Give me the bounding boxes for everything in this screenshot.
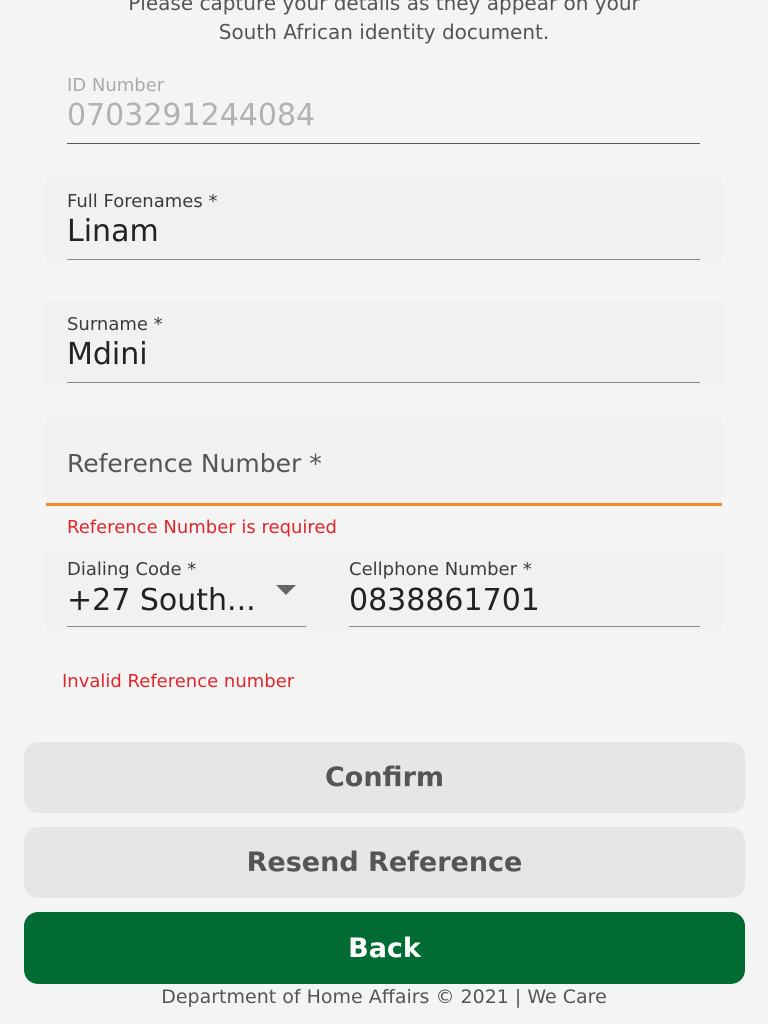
invalid-reference-error: Invalid Reference number [62, 671, 295, 692]
dialing-code-label: Dialing Code * [67, 559, 197, 580]
forenames-field[interactable]: Full Forenames * Linam [46, 178, 722, 262]
surname-input[interactable]: Mdini [67, 337, 148, 372]
id-number-label: ID Number [67, 75, 165, 96]
id-number-underline [67, 143, 700, 144]
reference-number-field[interactable]: Reference Number * [46, 418, 722, 506]
reference-focus-underline [46, 503, 722, 506]
confirm-button[interactable]: Confirm [24, 742, 745, 813]
dialing-code-value[interactable]: +27 South... [67, 583, 256, 618]
id-number-field: ID Number 0703291244084 [46, 70, 722, 146]
surname-label: Surname * [67, 314, 163, 335]
cellphone-underline [349, 626, 700, 627]
cellphone-input[interactable]: 0838861701 [349, 583, 540, 618]
page: Please capture your details as they appe… [0, 0, 768, 1024]
surname-field[interactable]: Surname * Mdini [46, 300, 722, 384]
footer-text: Department of Home Affairs © 2021 | We C… [161, 986, 607, 1008]
surname-underline [67, 382, 700, 383]
cellphone-field[interactable]: Cellphone Number * 0838861701 [349, 552, 700, 630]
forenames-label: Full Forenames * [67, 191, 218, 212]
dropdown-arrow-icon[interactable] [276, 585, 296, 595]
id-number-value: 0703291244084 [67, 98, 316, 133]
intro-line-2: South African identity document. [218, 20, 550, 44]
forenames-input[interactable]: Linam [67, 214, 159, 249]
dialing-code-select[interactable]: Dialing Code * +27 South... [67, 552, 306, 630]
intro-line-1: Please capture your details as they appe… [128, 0, 640, 15]
cellphone-label: Cellphone Number * [349, 559, 532, 580]
reference-number-placeholder[interactable]: Reference Number * [67, 449, 322, 478]
back-button[interactable]: Back [24, 912, 745, 984]
forenames-underline [67, 259, 700, 260]
reference-required-error: Reference Number is required [67, 517, 337, 538]
dialing-code-underline [67, 626, 306, 627]
resend-reference-button[interactable]: Resend Reference [24, 827, 745, 898]
intro-text: Please capture your details as they appe… [0, 0, 768, 47]
phone-row: Dialing Code * +27 South... Cellphone Nu… [46, 552, 722, 630]
